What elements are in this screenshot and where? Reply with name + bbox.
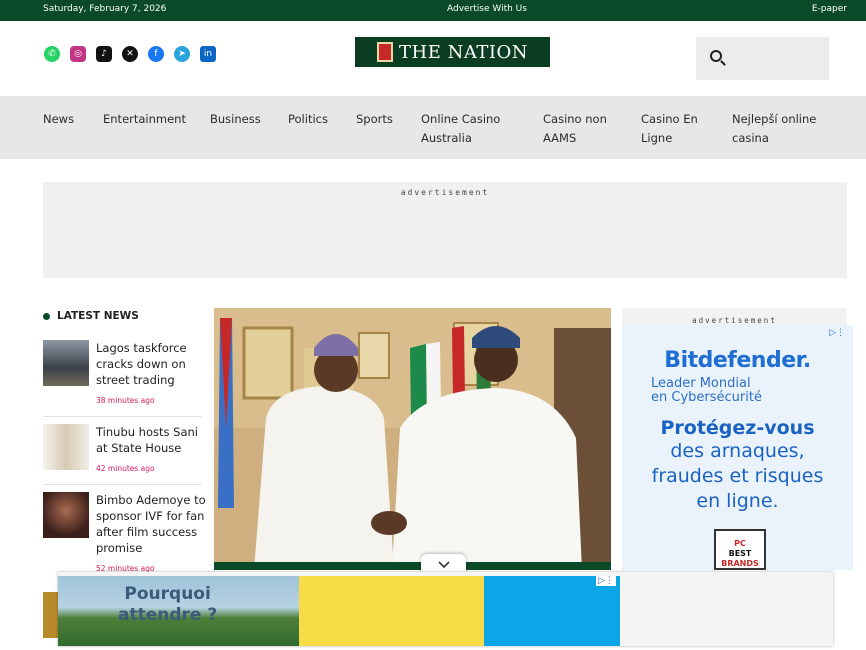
ad-text-line-1: Pourquoi xyxy=(124,584,211,604)
news-title[interactable]: Bimbo Ademoye to sponsor IVF for fan aft… xyxy=(96,492,206,556)
instagram-icon[interactable]: ◎ xyxy=(70,46,86,62)
whatsapp-icon[interactable]: ✆ xyxy=(44,46,60,62)
linkedin-icon[interactable]: in xyxy=(200,46,216,62)
latest-news-heading: LATEST NEWS xyxy=(43,310,139,322)
badge-mid: BEST xyxy=(728,549,752,558)
ad-subtitle-2: en Cybersécurité xyxy=(651,390,762,405)
ad-brand: Bitdefender. xyxy=(664,348,811,373)
news-time: 42 minutes ago xyxy=(96,464,155,473)
latest-news-title: LATEST NEWS xyxy=(57,310,139,322)
nav-item-business[interactable]: Business xyxy=(210,110,261,129)
news-thumbnail[interactable] xyxy=(43,340,89,386)
bitdefender-ad[interactable]: ▷⋮ Bitdefender. Leader Mondial en Cybers… xyxy=(622,325,853,570)
news-thumbnail[interactable] xyxy=(43,592,58,638)
news-thumbnail[interactable] xyxy=(43,492,89,538)
logo-text: THE NATION xyxy=(399,41,528,63)
badge-bottom: BRANDS xyxy=(721,559,759,568)
social-links: ✆ ◎ ♪ ✕ f ➤ in xyxy=(44,46,216,62)
top-bar: Saturday, February 7, 2026 Advertise Wit… xyxy=(0,0,866,21)
badge-top: PC xyxy=(734,539,746,548)
adchoices-icon[interactable]: ▷⋮ xyxy=(596,576,616,586)
tiktok-icon[interactable]: ♪ xyxy=(96,46,112,62)
divider xyxy=(43,416,202,417)
ad-line-3: fraudes et risques xyxy=(651,465,824,487)
side-ad-slot[interactable]: advertisement ▷⋮ Bitdefender. Leader Mon… xyxy=(622,308,853,570)
hero-photo xyxy=(214,308,611,570)
search-input[interactable] xyxy=(732,45,822,71)
ad-label: advertisement xyxy=(692,316,777,325)
hero-image[interactable] xyxy=(214,308,611,570)
nav-item-casino-non-aams[interactable]: Casino non AAMS xyxy=(543,110,613,148)
nav-item-casino-en-ligne[interactable]: Casino En Ligne xyxy=(641,110,701,148)
ad-text: Pourquoi attendre ? xyxy=(118,584,217,626)
facebook-icon[interactable]: f xyxy=(148,46,164,62)
nav-item-sports[interactable]: Sports xyxy=(356,110,393,129)
adchoices-icon[interactable]: ▷⋮ xyxy=(829,328,845,338)
ad-blue-panel xyxy=(484,576,620,646)
nav-item-news[interactable]: News xyxy=(43,110,74,129)
ad-landscape-image: Pourquoi attendre ? xyxy=(58,576,299,646)
news-title[interactable]: Tinubu hosts Sani at State House xyxy=(96,424,206,456)
news-thumbnail[interactable] xyxy=(43,424,89,470)
ad-line-4: en ligne. xyxy=(696,490,779,512)
site-logo[interactable]: THE NATION xyxy=(355,37,550,67)
sticky-bottom-ad[interactable]: Pourquoi attendre ? ▷⋮ xyxy=(58,572,833,646)
ad-yellow-panel xyxy=(299,576,484,646)
nav-item-politics[interactable]: Politics xyxy=(288,110,328,129)
pcmag-badge: PC BEST BRANDS xyxy=(714,529,766,570)
news-time: 38 minutes ago xyxy=(96,396,155,405)
main-nav: News Entertainment Business Politics Spo… xyxy=(0,96,866,159)
telegram-icon[interactable]: ➤ xyxy=(174,46,190,62)
nav-item-nejlepsi-online-casina[interactable]: Nejlepší online casina xyxy=(732,110,822,148)
list-item[interactable]: Tinubu hosts Sani at State House 42 minu… xyxy=(43,424,202,488)
ad-text-line-2: attendre ? xyxy=(118,605,218,625)
logo-emblem-icon xyxy=(377,42,394,62)
search-box[interactable] xyxy=(696,37,829,80)
search-icon[interactable] xyxy=(710,50,722,62)
x-icon[interactable]: ✕ xyxy=(122,46,138,62)
hero-caption-bar xyxy=(214,562,611,570)
divider xyxy=(43,484,202,485)
current-date: Saturday, February 7, 2026 xyxy=(43,4,167,14)
site-header: ✆ ◎ ♪ ✕ f ➤ in THE NATION xyxy=(0,21,866,96)
nav-item-online-casino-australia[interactable]: Online Casino Australia xyxy=(421,110,511,148)
ad-headline: Protégez-vous xyxy=(660,417,815,439)
news-title[interactable]: Lagos taskforce cracks down on street tr… xyxy=(96,340,206,388)
advertise-link[interactable]: Advertise With Us xyxy=(447,4,527,14)
top-ad-slot[interactable]: advertisement xyxy=(43,182,847,278)
epaper-link[interactable]: E-paper xyxy=(812,4,847,14)
ad-line-2: des arnaques, xyxy=(670,440,805,462)
bullet-dot-icon xyxy=(43,312,50,320)
chevron-down-icon xyxy=(437,561,450,569)
ad-subtitle-1: Leader Mondial xyxy=(651,376,751,391)
nav-item-entertainment[interactable]: Entertainment xyxy=(103,110,186,129)
list-item[interactable]: Bimbo Ademoye to sponsor IVF for fan aft… xyxy=(43,492,206,573)
list-item[interactable]: Lagos taskforce cracks down on street tr… xyxy=(43,340,202,420)
ad-label: advertisement xyxy=(400,188,490,197)
